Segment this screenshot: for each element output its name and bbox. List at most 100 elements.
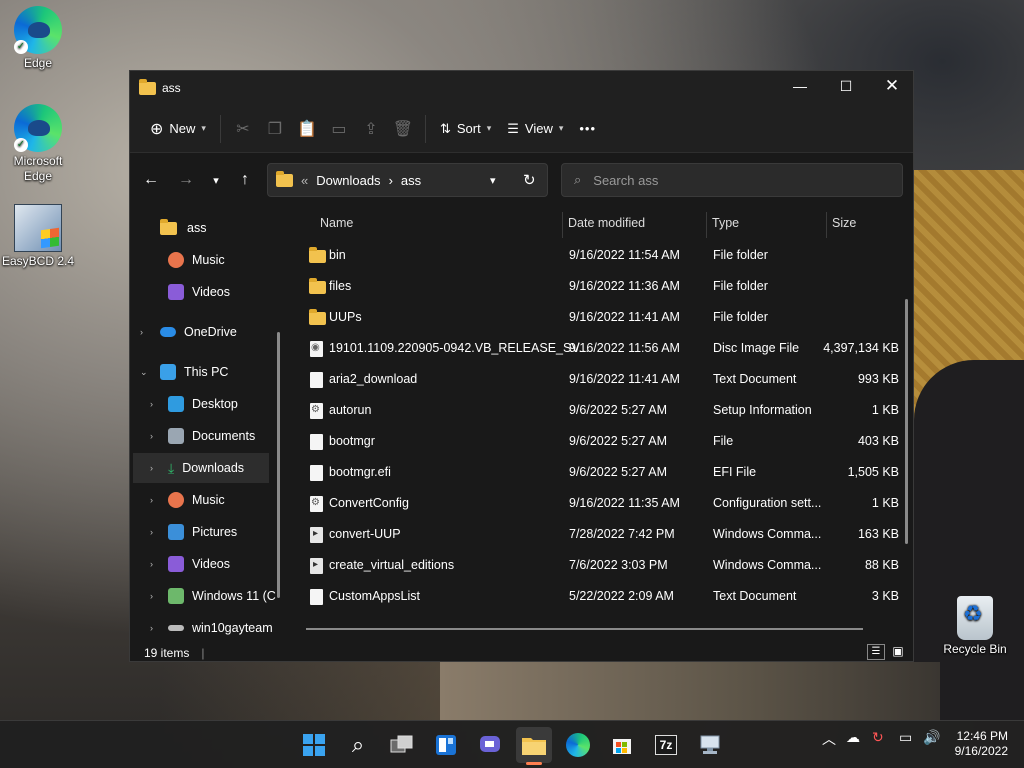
- minimize-button[interactable]: —: [777, 71, 823, 101]
- sidebar-item-music-pc[interactable]: › Music: [130, 485, 276, 515]
- sync-error-icon[interactable]: ↻: [872, 729, 884, 746]
- volume-icon[interactable]: 🔊: [923, 729, 940, 746]
- refresh-icon[interactable]: ↻: [523, 171, 536, 189]
- file-row[interactable]: autorun 9/6/2022 5:27 AM Setup Information…: [290, 395, 899, 426]
- search-button[interactable]: ⌕: [340, 727, 376, 763]
- 7zip-button[interactable]: 7z: [648, 727, 684, 763]
- toolbar-divider: [424, 114, 426, 143]
- widgets-button[interactable]: [428, 727, 464, 763]
- file-date: 9/16/2022 11:54 AM: [569, 248, 680, 262]
- column-divider[interactable]: [562, 212, 563, 238]
- column-header-date[interactable]: Date modified: [568, 208, 645, 238]
- chevron-right-icon: ›: [150, 495, 153, 505]
- sidebar-scrollbar[interactable]: [277, 332, 280, 598]
- sidebar-item-downloads[interactable]: › ⤓ Downloads: [133, 453, 269, 483]
- sort-button[interactable]: ⇅ Sort ▾: [432, 113, 499, 145]
- address-dropdown-icon[interactable]: ▾: [490, 174, 496, 187]
- sidebar-item-videos[interactable]: Videos: [168, 277, 230, 307]
- clock[interactable]: 12:46 PM 9/16/2022: [955, 729, 1008, 759]
- sidebar-item-label: ass: [187, 221, 207, 235]
- title-bar[interactable]: ass — ☐ ✕: [130, 71, 913, 105]
- file-row[interactable]: bin 9/16/2022 11:54 AM File folder: [290, 240, 890, 271]
- sidebar-item-network-drive[interactable]: › win10gayteam: [130, 613, 276, 643]
- file-type: Windows Comma...: [713, 527, 822, 541]
- view-button[interactable]: ☰ View ▾: [499, 113, 571, 145]
- edge-taskbar-button[interactable]: [560, 727, 596, 763]
- file-size: 1 KB: [871, 403, 899, 417]
- file-row[interactable]: files 9/16/2022 11:36 AM File folder: [290, 271, 890, 302]
- sidebar-item-ass[interactable]: ass: [160, 213, 206, 243]
- column-divider[interactable]: [826, 212, 827, 238]
- desktop-icon-microsoft-edge[interactable]: ✓ Microsoft Edge: [0, 104, 76, 184]
- file-row[interactable]: aria2_download 9/16/2022 11:41 AM Text Doc…: [290, 364, 899, 395]
- delete-button[interactable]: 🗑: [387, 113, 419, 145]
- widgets-icon: [436, 735, 456, 755]
- desktop-icon-easybcd[interactable]: EasyBCD 2.4: [0, 204, 76, 269]
- music-icon: [168, 252, 184, 268]
- desktop-icon-recycle-bin[interactable]: Recycle Bin: [937, 596, 1013, 657]
- breadcrumb-ass[interactable]: ass: [401, 173, 421, 188]
- command-script-icon: [310, 527, 323, 543]
- task-view-button[interactable]: [384, 727, 420, 763]
- back-button[interactable]: ←: [137, 167, 165, 193]
- new-button[interactable]: ⊕ New ▾: [142, 113, 214, 145]
- desktop-icon-edge[interactable]: ✓ Edge: [0, 6, 76, 71]
- sidebar-item-this-pc[interactable]: ⌄ This PC: [130, 357, 276, 387]
- file-row[interactable]: CustomAppsList 5/22/2022 2:09 AM Text Docu…: [290, 581, 899, 612]
- network-icon[interactable]: ▭: [899, 729, 912, 746]
- details-view-button[interactable]: ☰: [867, 644, 885, 660]
- file-row[interactable]: convert-UUP 7/28/2022 7:42 PM Windows Comm…: [290, 519, 899, 550]
- breadcrumb-downloads[interactable]: Downloads: [316, 173, 380, 188]
- videos-icon: [168, 556, 184, 572]
- maximize-button[interactable]: ☐: [823, 71, 869, 101]
- content-scrollbar[interactable]: [905, 299, 908, 544]
- onedrive-tray-icon[interactable]: ☁: [846, 729, 860, 746]
- column-header-name[interactable]: Name: [320, 208, 353, 238]
- active-indicator: [526, 762, 542, 765]
- start-button[interactable]: [296, 727, 332, 763]
- file-row[interactable]: UUPs 9/16/2022 11:41 AM File folder: [290, 302, 890, 333]
- show-hidden-icons-button[interactable]: ︿: [822, 729, 836, 749]
- sidebar-item-music[interactable]: Music: [168, 245, 225, 275]
- column-header-type[interactable]: Type: [712, 208, 739, 238]
- column-header-size[interactable]: Size: [832, 208, 856, 238]
- file-type: Text Document: [713, 589, 797, 603]
- file-row[interactable]: ConvertConfig 9/16/2022 11:35 AM Configura…: [290, 488, 899, 519]
- file-explorer-taskbar-button[interactable]: [516, 727, 552, 765]
- overflow-crumb[interactable]: «: [301, 173, 308, 188]
- cut-button[interactable]: ✂: [227, 113, 259, 145]
- close-button[interactable]: ✕: [869, 71, 915, 101]
- see-more-button[interactable]: •••: [571, 113, 604, 145]
- file-date: 7/6/2022 3:03 PM: [569, 558, 668, 572]
- up-button[interactable]: ↑: [231, 167, 259, 193]
- search-box[interactable]: ⌕ Search ass: [561, 163, 903, 197]
- sidebar-item-label: OneDrive: [184, 325, 237, 339]
- file-row[interactable]: 19101.1109.220905-0942.VB_RELEASE_SV...9…: [290, 333, 899, 364]
- file-name: convert-UUP: [329, 527, 401, 541]
- share-button[interactable]: ⇪: [355, 113, 387, 145]
- forward-button[interactable]: →: [172, 167, 200, 193]
- file-row[interactable]: bootmgr.efi 9/6/2022 5:27 AM EFI File 1,505…: [290, 457, 899, 488]
- file-size: 1 KB: [871, 496, 899, 510]
- sidebar-item-pictures[interactable]: › Pictures: [130, 517, 276, 547]
- sidebar-item-windows-drive[interactable]: › Windows 11 (C: [130, 581, 276, 611]
- file-row[interactable]: create_virtual_editions 7/6/2022 3:03 PM W…: [290, 550, 899, 581]
- store-button[interactable]: [604, 727, 640, 763]
- item-count: 19 items: [144, 646, 190, 660]
- rename-button[interactable]: ▭: [323, 113, 355, 145]
- paste-button[interactable]: 📋: [291, 113, 323, 145]
- tiles-view-button[interactable]: ▣: [890, 644, 906, 660]
- teams-chat-button[interactable]: [472, 727, 508, 763]
- recent-locations-button[interactable]: ▾: [202, 167, 230, 193]
- file-row[interactable]: bootmgr 9/6/2022 5:27 AM File 403 KB: [290, 426, 899, 457]
- address-bar[interactable]: « Downloads › ass ▾ ↻: [267, 163, 548, 197]
- sidebar-item-desktop[interactable]: › Desktop: [130, 389, 276, 419]
- sidebar-item-documents[interactable]: › Documents: [130, 421, 276, 451]
- view-icon: ☰: [507, 120, 519, 136]
- remote-desktop-button[interactable]: [692, 727, 728, 763]
- column-divider[interactable]: [706, 212, 707, 238]
- horizontal-scrollbar[interactable]: [306, 628, 863, 630]
- sidebar-item-videos-pc[interactable]: › Videos: [130, 549, 276, 579]
- sidebar-item-onedrive[interactable]: › OneDrive: [130, 317, 276, 347]
- copy-button[interactable]: ❐: [259, 113, 291, 145]
